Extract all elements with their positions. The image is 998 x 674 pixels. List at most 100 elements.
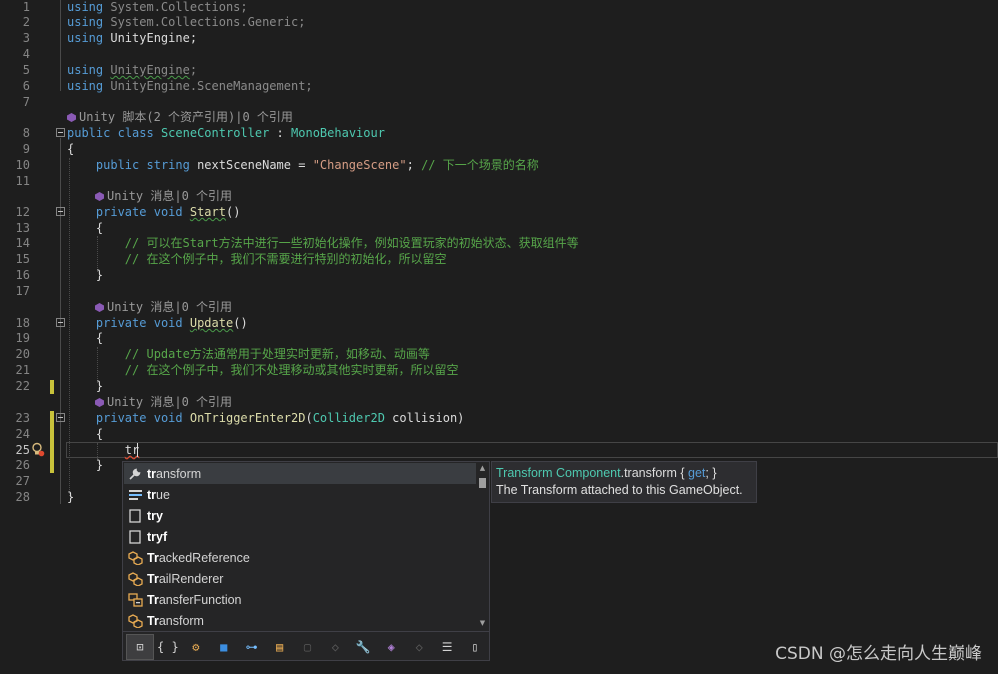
code-line: using UnityEngine; [67, 31, 198, 45]
completion-item-selected[interactable]: transform [124, 463, 476, 484]
filter-method-button[interactable]: ◈ [377, 634, 405, 660]
code-line: // 在这个例子中，我们不处理移动或其他实时更新，所以留空 [124, 363, 459, 377]
intellisense-popup[interactable]: transform true try tryf TrackedReference… [122, 461, 490, 661]
completion-item[interactable]: try [124, 505, 476, 526]
completion-label: tryf [147, 529, 168, 544]
filter-namespace-button[interactable]: { } [154, 634, 182, 660]
completion-label: transform [147, 466, 202, 481]
filter-namespace-icon: { } [157, 639, 179, 654]
line-number: 11 [15, 174, 30, 188]
line-number: 20 [15, 347, 30, 361]
code-line: public class SceneController : MonoBehav… [67, 126, 385, 140]
filter-interface-button[interactable]: ⊶ [238, 634, 266, 660]
unity-icon [95, 398, 104, 407]
filter-delegate-icon: ▢ [303, 639, 312, 654]
snippet-icon [126, 508, 144, 524]
unity-icon [67, 113, 76, 122]
line-number: 7 [22, 95, 30, 109]
completion-label: try [147, 508, 163, 523]
watermark: CSDN @怎么走向人生巅峰 [775, 644, 982, 664]
filter-delegate-button[interactable]: ▢ [294, 634, 322, 660]
filter-class-icon: ⚙ [192, 639, 200, 654]
filter-enum-button[interactable]: ▤ [266, 634, 294, 660]
scroll-up-icon[interactable]: ▲ [478, 464, 487, 473]
filter-keyword-button[interactable]: ☰ [433, 634, 461, 660]
code-line: // 可以在Start方法中进行一些初始化操作，例如设置玩家的初始状态、获取组件… [124, 236, 579, 250]
code-line: // 在这个例子中，我们不需要进行特别的初始化，所以留空 [124, 252, 447, 266]
completion-item[interactable]: TransferFunction [124, 589, 476, 610]
codelens-references[interactable]: Unity 消息|0 个引用 [95, 395, 232, 410]
line-number: 21 [15, 363, 30, 377]
keyword-icon [126, 487, 144, 503]
filter-struct-button[interactable]: ■ [210, 634, 238, 660]
code-line: } [95, 379, 104, 393]
collapse-icon[interactable] [56, 128, 65, 137]
completion-item[interactable]: true [124, 484, 476, 505]
line-number: 26 [15, 458, 30, 472]
code-line: private void Start() [95, 205, 241, 219]
filter-field-button[interactable]: ◇ [405, 634, 433, 660]
filter-class-button[interactable]: ⚙ [182, 634, 210, 660]
filter-snippet-button[interactable]: ▯ [461, 634, 489, 660]
completion-scrollbar[interactable]: ▲ ▼ [477, 464, 488, 628]
code-line: } [95, 458, 104, 472]
code-line: using UnityEngine.SceneManagement; [67, 79, 313, 93]
filter-expand-icon: ⊡ [136, 639, 144, 654]
filter-field-icon: ◇ [415, 639, 423, 654]
line-number: 17 [15, 284, 30, 298]
code-line: { [95, 331, 104, 345]
completion-item[interactable]: TrackedReference [124, 547, 476, 568]
filter-struct-icon: ■ [220, 639, 228, 654]
code-line: using System.Collections.Generic; [67, 15, 306, 29]
completion-list[interactable]: transform true try tryf TrackedReference… [123, 462, 477, 630]
line-number: 16 [15, 268, 30, 282]
line-number: 14 [15, 236, 30, 250]
wrench-icon [126, 466, 144, 482]
code-line: } [67, 490, 75, 504]
line-number: 13 [15, 221, 30, 235]
filter-snippet-icon: ▯ [471, 639, 479, 654]
unity-icon [95, 192, 104, 201]
code-line: } [95, 268, 104, 282]
class-icon [126, 613, 144, 629]
collapse-icon[interactable] [56, 318, 65, 327]
filter-interface-icon: ⊶ [245, 639, 258, 654]
filter-property-button[interactable]: 🔧 [349, 634, 377, 660]
completion-item[interactable]: Transform [124, 610, 476, 631]
filter-enum-icon: ▤ [275, 639, 284, 654]
codelens-references[interactable]: Unity 消息|0 个引用 [95, 300, 232, 315]
code-line: using System.Collections; [67, 0, 248, 14]
lightbulb-icon[interactable] [31, 442, 45, 457]
filter-module-button[interactable]: ◇ [321, 634, 349, 660]
scroll-thumb[interactable] [479, 478, 486, 488]
quick-info-tooltip: Transform Component.transform { get; } T… [491, 461, 757, 503]
collapse-icon[interactable] [56, 413, 65, 422]
scroll-down-icon[interactable]: ▼ [478, 619, 487, 628]
change-indicator [50, 380, 54, 394]
line-number: 8 [22, 126, 30, 140]
completion-item[interactable]: tryf [124, 526, 476, 547]
code-line-current[interactable]: tr [67, 443, 139, 458]
codelens-references[interactable]: Unity 消息|0 个引用 [95, 189, 232, 204]
code-line: public string nextSceneName = "ChangeSce… [95, 158, 539, 172]
outline-line [60, 0, 61, 91]
enum-icon [126, 592, 144, 608]
collapse-icon[interactable] [56, 207, 65, 216]
completion-label: TrackedReference [147, 550, 250, 565]
completion-item[interactable]: TrailRenderer [124, 568, 476, 589]
line-number: 28 [15, 490, 30, 504]
line-number: 10 [15, 158, 30, 172]
line-number: 22 [15, 379, 30, 393]
filter-expand-button[interactable]: ⊡ [126, 633, 154, 660]
code-line: using UnityEngine; [67, 63, 198, 77]
unity-icon [95, 303, 104, 312]
completion-label: true [147, 487, 170, 502]
completion-label: TrailRenderer [147, 571, 224, 586]
line-number: 15 [15, 252, 30, 266]
text-caret [137, 443, 138, 457]
codelens-references[interactable]: Unity 脚本(2 个资产引用)|0 个引用 [67, 110, 293, 125]
line-number: 23 [15, 411, 30, 425]
line-number: 9 [22, 142, 30, 156]
code-line: { [95, 221, 104, 235]
line-number: 6 [22, 79, 30, 93]
